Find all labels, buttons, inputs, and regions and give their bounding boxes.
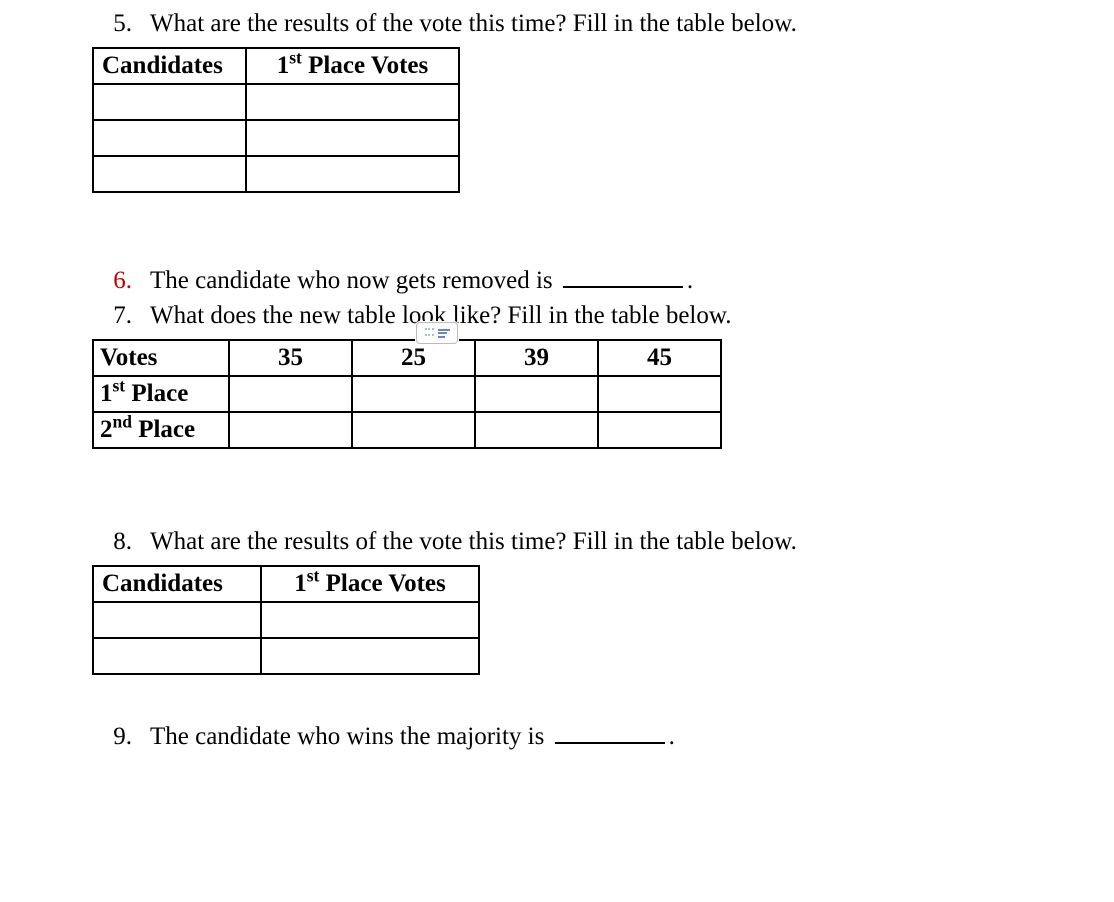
q9-text-before: The candidate who wins the majority is xyxy=(150,723,551,750)
cell-1st-place[interactable] xyxy=(598,376,721,412)
label-sup: nd xyxy=(113,412,132,432)
table-q7: Votes 35 25 39 45 1st Place xyxy=(92,339,722,449)
cell-votes[interactable] xyxy=(246,156,459,192)
row-label-votes: Votes xyxy=(93,340,229,376)
cell-candidate[interactable] xyxy=(93,84,246,120)
table-row: Candidates 1st Place Votes xyxy=(93,566,479,602)
table-header-candidates: Candidates xyxy=(93,48,246,84)
question-6: 6.The candidate who now gets removed is … xyxy=(90,263,1074,298)
question-9: 9. The candidate who wins the majority is… xyxy=(90,719,1074,754)
table-row: Votes 35 25 39 45 xyxy=(93,340,721,376)
cell-2nd-place[interactable] xyxy=(229,412,352,448)
question-5: 5. What are the results of the vote this … xyxy=(90,6,1074,41)
cell-votes[interactable] xyxy=(246,84,459,120)
header-part: Place Votes xyxy=(302,52,428,79)
label-part: 2 xyxy=(100,416,113,443)
cell-votes[interactable] xyxy=(261,602,479,638)
cell-2nd-place[interactable] xyxy=(352,412,475,448)
header-sup: st xyxy=(289,48,302,68)
table-header-1st-place-votes: 1st Place Votes xyxy=(261,566,479,602)
table-row xyxy=(93,120,459,156)
q6-text-before: The candidate who now gets removed is xyxy=(150,267,559,294)
cell-votes: 25 xyxy=(352,340,475,376)
q7-number: 7. xyxy=(90,298,132,333)
worksheet-page: 5. What are the results of the vote this … xyxy=(0,0,1114,902)
table-row: 1st Place xyxy=(93,376,721,412)
header-part: 1 xyxy=(277,52,290,79)
table-q8: Candidates 1st Place Votes xyxy=(92,565,480,675)
table-header-1st-place-votes: 1st Place Votes xyxy=(246,48,459,84)
q9-number: 9. xyxy=(90,719,132,754)
cell-candidate[interactable] xyxy=(93,120,246,156)
table-row xyxy=(93,156,459,192)
label-part: 1 xyxy=(100,380,113,407)
cell-candidate[interactable] xyxy=(93,638,261,674)
header-part: Place Votes xyxy=(319,570,445,597)
q8-text: What are the results of the vote this ti… xyxy=(150,528,797,555)
header-sup: st xyxy=(307,566,320,586)
table-handle-icon[interactable] xyxy=(416,322,458,344)
table-header-candidates: Candidates xyxy=(93,566,261,602)
cell-votes: 45 xyxy=(598,340,721,376)
label-part: Place xyxy=(132,416,195,443)
table-row: Candidates 1st Place Votes xyxy=(93,48,459,84)
q5-text: What are the results of the vote this ti… xyxy=(150,10,797,37)
table-row xyxy=(93,84,459,120)
cell-1st-place[interactable] xyxy=(352,376,475,412)
q9-text-after: . xyxy=(669,723,675,750)
q6-text-after: . xyxy=(687,267,693,294)
table-row xyxy=(93,638,479,674)
table-row: 2nd Place xyxy=(93,412,721,448)
table-row xyxy=(93,602,479,638)
label-part: Place xyxy=(125,380,188,407)
table-q5: Candidates 1st Place Votes xyxy=(92,47,460,193)
cell-votes[interactable] xyxy=(246,120,459,156)
cell-candidate[interactable] xyxy=(93,156,246,192)
question-8: 8. What are the results of the vote this … xyxy=(90,524,1074,559)
q6-number: 6. xyxy=(90,263,132,298)
cell-2nd-place[interactable] xyxy=(598,412,721,448)
cell-1st-place[interactable] xyxy=(475,376,598,412)
cell-candidate[interactable] xyxy=(93,602,261,638)
cell-2nd-place[interactable] xyxy=(475,412,598,448)
q6-blank[interactable] xyxy=(563,268,683,288)
question-7: 7.What does the new table look like? Fil… xyxy=(90,298,1074,333)
header-part: 1 xyxy=(294,570,307,597)
q8-number: 8. xyxy=(90,524,132,559)
label-sup: st xyxy=(113,376,126,396)
cell-votes[interactable] xyxy=(261,638,479,674)
q9-blank[interactable] xyxy=(555,724,665,744)
cell-votes: 39 xyxy=(475,340,598,376)
q5-number: 5. xyxy=(90,6,132,41)
row-label-1st-place: 1st Place xyxy=(93,376,229,412)
row-label-2nd-place: 2nd Place xyxy=(93,412,229,448)
cell-votes: 35 xyxy=(229,340,352,376)
cell-1st-place[interactable] xyxy=(229,376,352,412)
